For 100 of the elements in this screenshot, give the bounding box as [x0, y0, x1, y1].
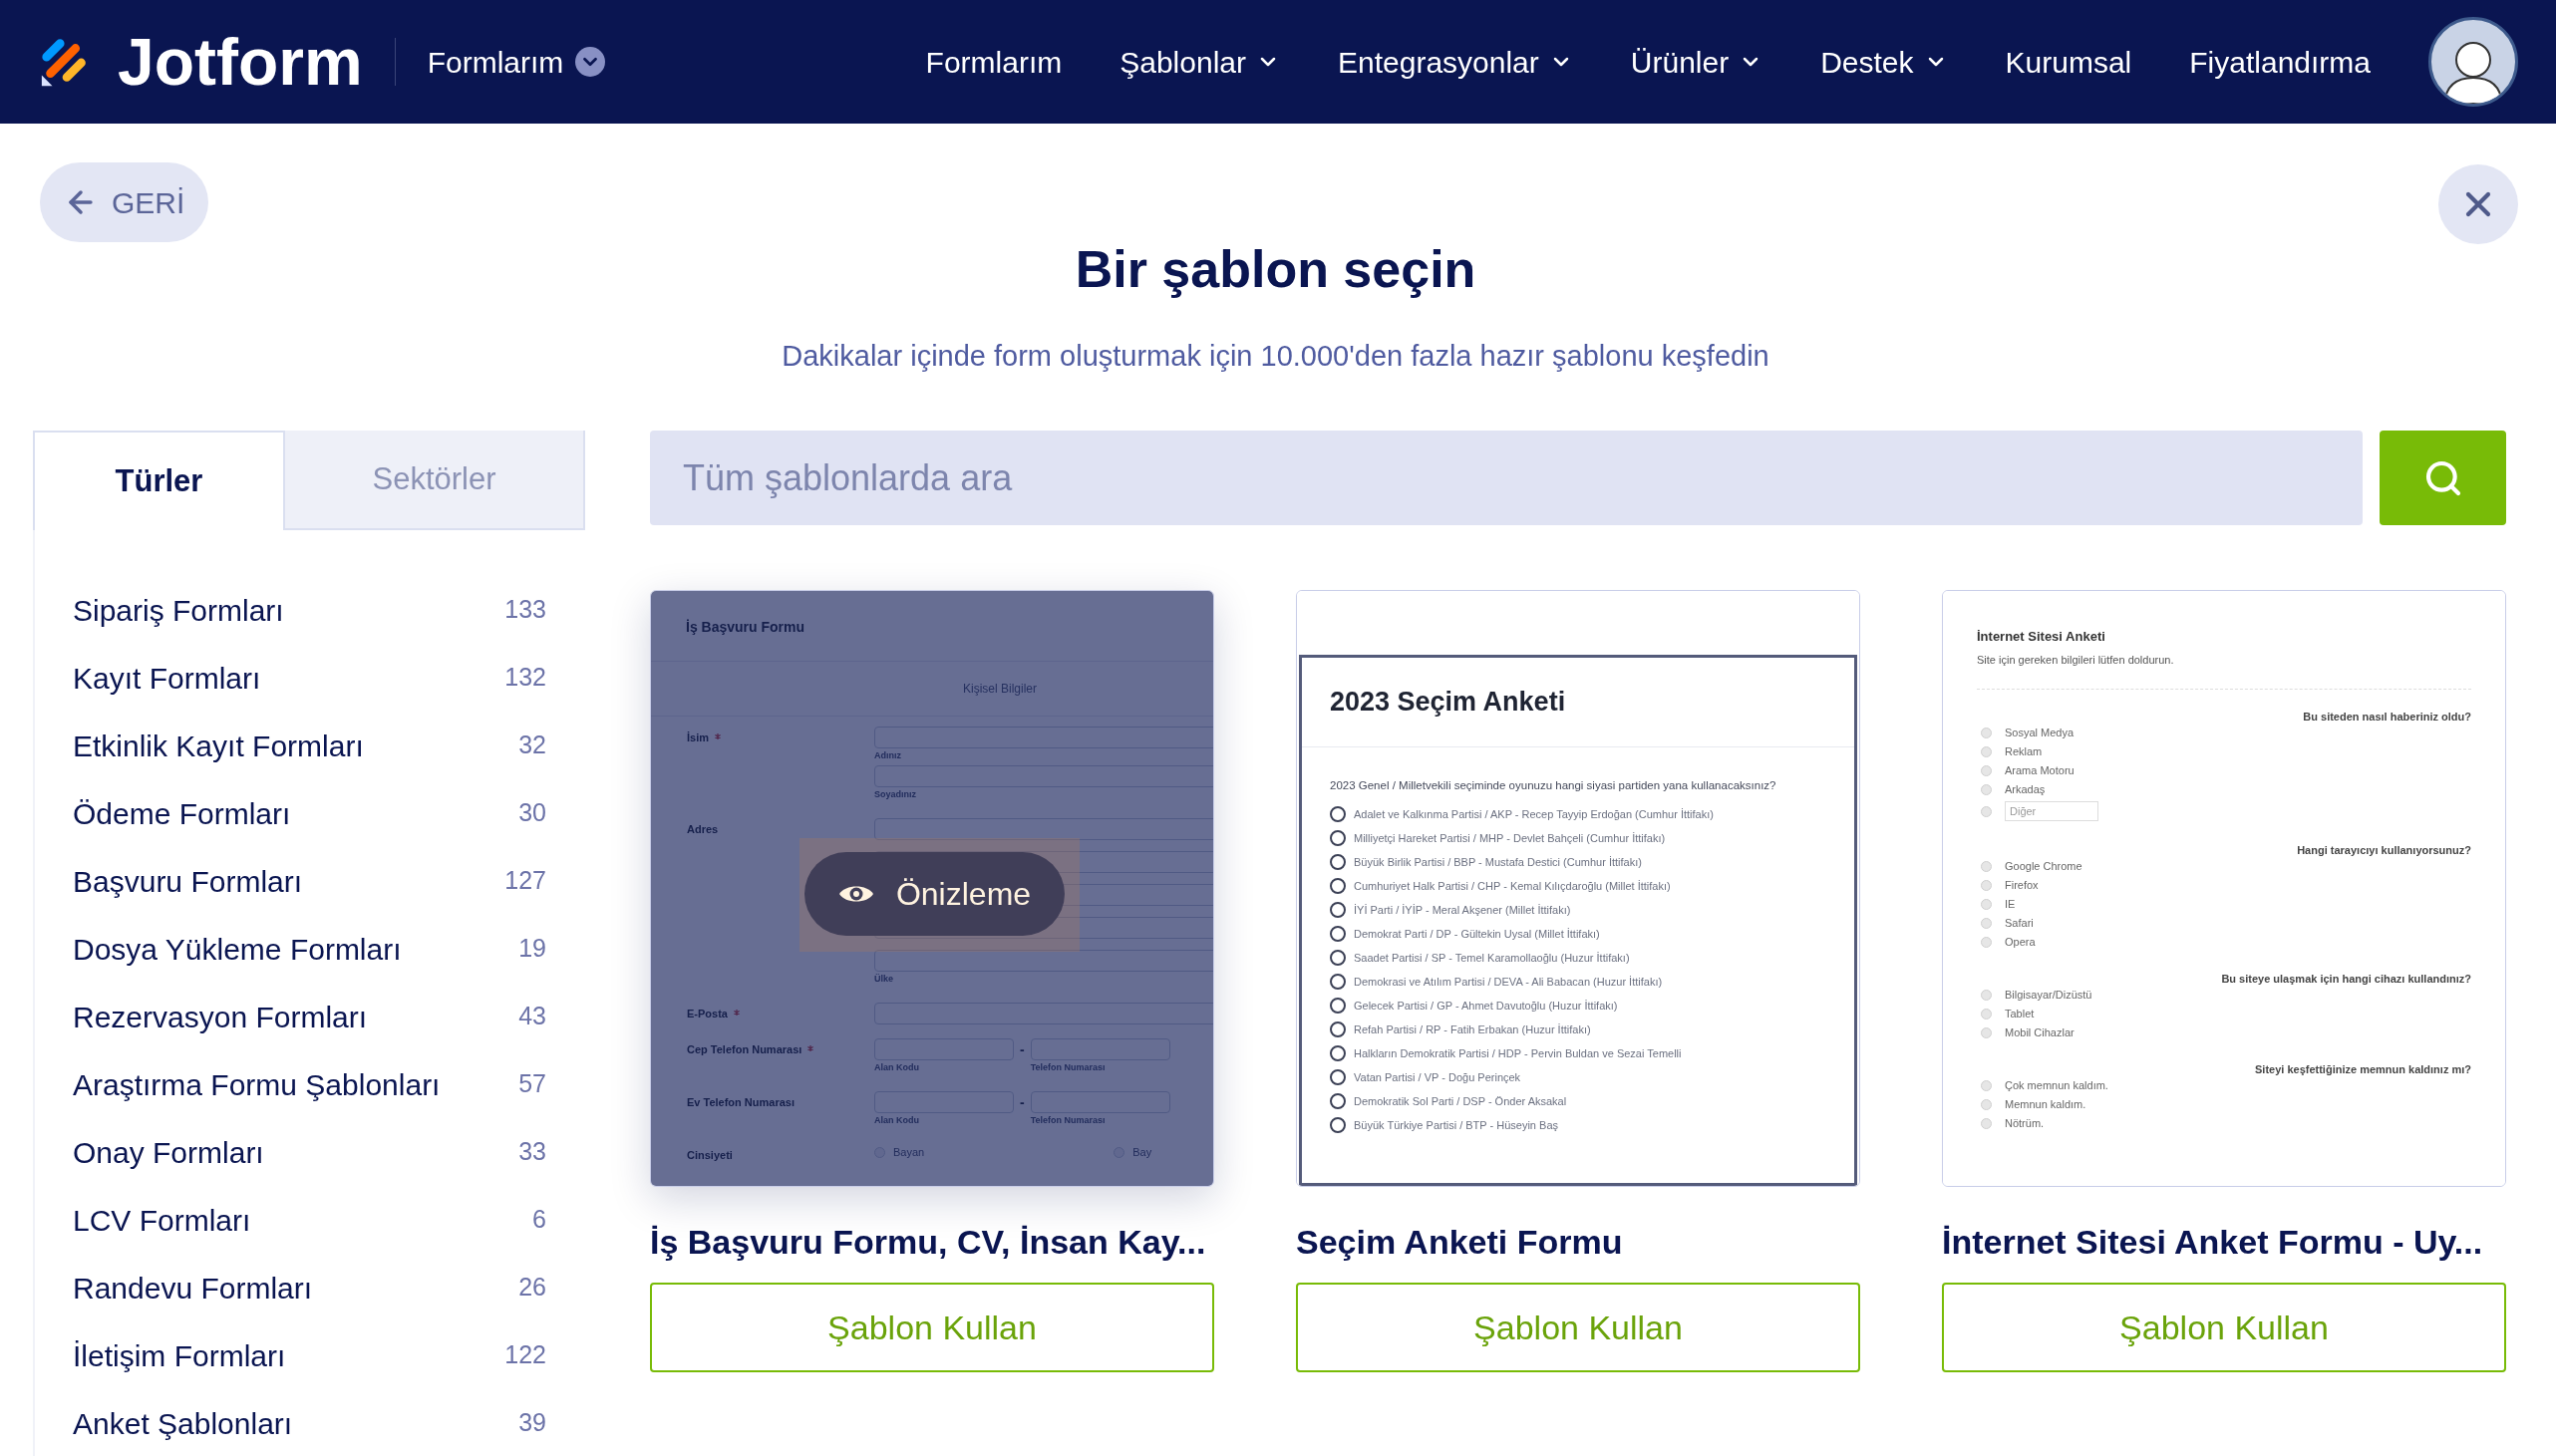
template-count: 33 — [518, 1136, 546, 1168]
question-text: 2023 Genel / Milletvekili seçiminde oyunuzu hangi siyasi partiden yana kullanacaksınız? — [1330, 778, 1777, 793]
option-label: Bayan — [893, 1145, 925, 1160]
form-title: 2023 Seçim Anketi — [1330, 686, 1566, 720]
category-link[interactable]: Kayıt Formları — [73, 655, 261, 701]
option-label: Memnun kaldım. — [2005, 1097, 2086, 1113]
separator-text: - — [1020, 1040, 1025, 1059]
option-label: Büyük Türkiye Partisi / BTP - Hüseyin Baş — [1354, 1117, 1558, 1133]
option-label: Tablet — [2005, 1007, 2035, 1022]
form-title: İş Başvuru Formu — [685, 618, 806, 637]
option-label: İYİ Parti / İYİP - Meral Akşener (Millet İttifakı) — [1354, 902, 1571, 918]
sidebar-tab[interactable]: Türler — [33, 431, 285, 530]
nav-link[interactable]: Formlarım — [925, 39, 1063, 85]
template-title[interactable]: İş Başvuru Formu, CV, İnsan Kay... — [650, 1220, 1206, 1264]
logo-wordmark[interactable]: Jotform — [118, 29, 363, 95]
option-label: Firefox — [2005, 878, 2039, 894]
field-sublabel: Alan Kodu — [874, 1115, 919, 1126]
template-title[interactable]: İnternet Sitesi Anket Formu - Uy... — [1942, 1220, 2483, 1264]
back-button[interactable]: GERİ — [40, 162, 209, 242]
workspace-menu[interactable]: Formlarım — [427, 39, 606, 85]
template-count: 133 — [504, 594, 546, 626]
field-label: Cinsiyeti — [687, 1148, 733, 1162]
option-label: Milliyetçi Hareket Partisi / MHP - Devlet Bahçeli (Cumhur İttifakı) — [1354, 830, 1666, 846]
option-label: Refah Partisi / RP - Fatih Erbakan (Huzur İttifakı) — [1354, 1021, 1591, 1037]
question-text: Bu siteye ulaşmak için hangi cihazı kullandınız? — [2221, 972, 2471, 986]
option-label: Saadet Partisi / SP - Temel Karamollaoğlu (Huzur İttifakı) — [1354, 950, 1630, 966]
template-count: 127 — [504, 865, 546, 897]
option-label: Demokrasi ve Atılım Partisi / DEVA - Ali Babacan (Huzur İttifakı) — [1354, 974, 1663, 990]
template-title[interactable]: Seçim Anketi Formu — [1296, 1220, 1623, 1264]
nav-link[interactable]: Kurumsal — [2005, 39, 2132, 85]
chevron-down-icon — [575, 47, 606, 77]
nav-link[interactable]: Ürünler — [1630, 39, 1763, 85]
option-label: Demokratik Sol Parti / DSP - Önder Aksakal — [1354, 1093, 1567, 1109]
nav-link[interactable]: Fiyatlandırma — [2189, 39, 2371, 85]
question-text: Hangi tarayıcıyı kullanıyorsunuz? — [2297, 843, 2471, 857]
template-count: 122 — [504, 1339, 546, 1371]
option-label: Bilgisayar/Dizüstü — [2005, 988, 2092, 1004]
option-label: Gelecek Partisi / GP - Ahmet Davutoğlu (Huzur İttifakı) — [1354, 998, 1618, 1014]
option-label: Reklam — [2005, 744, 2043, 760]
category-link[interactable]: Ödeme Formları — [73, 790, 291, 836]
option-label: Büyük Birlik Partisi / BBP - Mustafa Destici (Cumhur İttifakı) — [1354, 854, 1642, 870]
category-link[interactable]: Sipariş Formları — [73, 587, 284, 633]
form-subtitle: Site için gereken bilgileri lütfen doldurun. — [1977, 653, 2174, 667]
template-count: 30 — [518, 797, 546, 829]
preview-button[interactable]: Önizleme — [804, 852, 1065, 936]
option-label: Bay — [1132, 1145, 1152, 1160]
category-link[interactable]: Başvuru Formları — [73, 858, 303, 904]
field-sublabel: Alan Kodu — [874, 1062, 919, 1073]
field-sublabel: Ülke — [874, 974, 893, 985]
nav-link[interactable]: Entegrasyonlar — [1338, 39, 1573, 85]
option-label: Arama Motoru — [2005, 763, 2075, 779]
option-label: Sosyal Medya — [2005, 726, 2075, 741]
option-label: Safari — [2005, 916, 2034, 932]
option-label: Mobil Cihazlar — [2005, 1025, 2075, 1041]
template-count: 57 — [518, 1068, 546, 1100]
category-link[interactable]: Dosya Yükleme Formları — [73, 926, 402, 972]
option-label: Demokrat Parti / DP - Gültekin Uysal (Millet İttifakı) — [1354, 926, 1600, 942]
field-sublabel: Telefon Numarası — [1030, 1115, 1106, 1126]
field-label: Cep Telefon Numarası — [687, 1042, 802, 1056]
required-asterisk-icon — [733, 1010, 740, 1016]
template-count: 43 — [518, 1001, 546, 1032]
option-label: Google Chrome — [2005, 859, 2082, 875]
form-title: İnternet Sitesi Anketi — [1977, 629, 2105, 645]
page-title: Bir şablon seçin — [1074, 239, 1477, 299]
template-count: 39 — [518, 1407, 546, 1439]
field-label: E-Posta — [687, 1007, 728, 1020]
category-link[interactable]: Anket Şablonları — [73, 1400, 293, 1446]
option-label: Çok memnun kaldım. — [2005, 1078, 2108, 1094]
search-field[interactable]: Tüm şablonlarda ara — [650, 431, 2363, 525]
option-label: Nötrüm. — [2005, 1116, 2045, 1132]
option-label: Opera — [2005, 935, 2036, 951]
option-label: Arkadaş — [2005, 782, 2046, 798]
field-label: İsim — [687, 730, 709, 744]
nav-link[interactable]: Destek — [1820, 39, 1948, 85]
template-count: 132 — [504, 662, 546, 694]
category-link[interactable]: Randevu Formları — [73, 1265, 313, 1310]
page-subtitle: Dakikalar içinde form oluşturmak için 10.000'den fazla hazır şablonu keşfedin — [781, 339, 1770, 374]
field-sublabel: Soyadınız — [874, 789, 916, 800]
other-input-field: Diğer — [2005, 801, 2098, 821]
nav-link[interactable]: Şablonlar — [1119, 39, 1280, 85]
template-count: 32 — [518, 729, 546, 761]
option-label: IE — [2005, 897, 2016, 913]
question-text: Siteyi keşfettiğinize memnun kaldınız mı? — [2255, 1062, 2471, 1076]
required-asterisk-icon — [715, 733, 721, 739]
category-link[interactable]: Araştırma Formu Şablonları — [73, 1061, 441, 1107]
option-label: Adalet ve Kalkınma Partisi / AKP - Recep Tayyip Erdoğan (Cumhur İttifakı) — [1354, 806, 1714, 822]
template-count: 6 — [532, 1204, 546, 1236]
template-count: 19 — [518, 933, 546, 965]
category-link[interactable]: İletişim Formları — [73, 1332, 286, 1378]
field-label: Ev Telefon Numarası — [687, 1095, 795, 1109]
category-link[interactable]: Etkinlik Kayıt Formları — [73, 723, 364, 768]
category-link[interactable]: Onay Formları — [73, 1129, 264, 1175]
option-label: Vatan Partisi / VP - Doğu Perinçek — [1354, 1069, 1521, 1085]
category-link[interactable]: Rezervasyon Formları — [73, 994, 368, 1039]
option-label: Cumhuriyet Halk Partisi / CHP - Kemal Kılıçdaroğlu (Millet İttifakı) — [1354, 878, 1671, 894]
field-sublabel: Adınız — [874, 750, 901, 761]
template-count: 26 — [518, 1272, 546, 1304]
option-label: Halkların Demokratik Partisi / HDP - Pervin Buldan ve Sezai Temelli — [1354, 1045, 1682, 1061]
field-label: Adres — [687, 822, 719, 836]
category-link[interactable]: LCV Formları — [73, 1197, 251, 1243]
